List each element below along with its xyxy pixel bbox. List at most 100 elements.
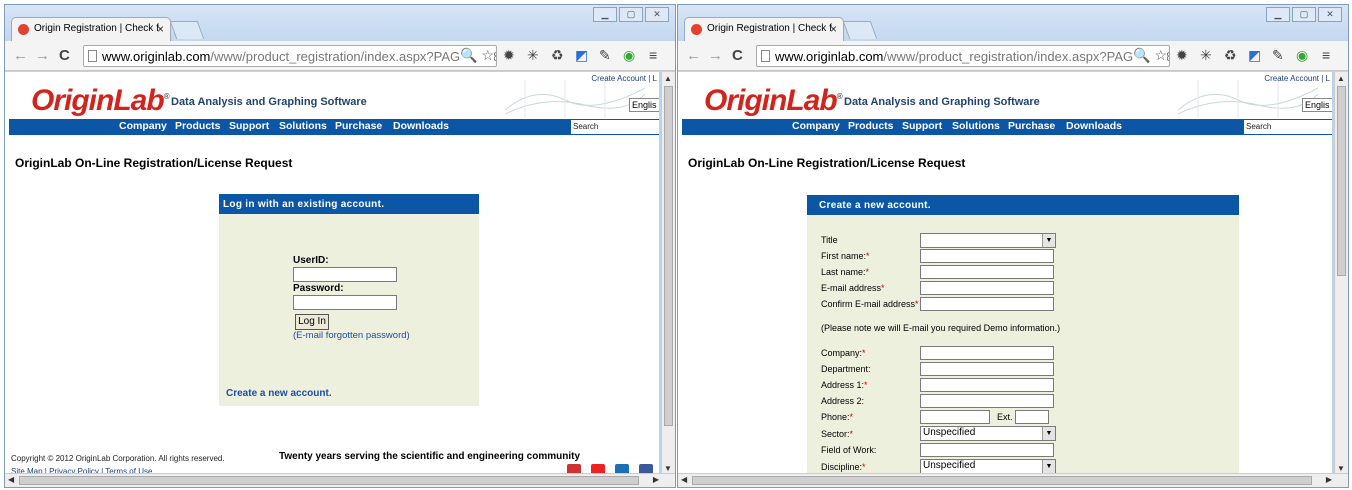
address-bar[interactable]: www.originlab.com/www/product_registrati… <box>83 45 497 67</box>
forward-arrow-icon[interactable]: → <box>708 47 723 64</box>
nav-support[interactable]: Support <box>902 120 942 132</box>
site-search-input[interactable]: Search <box>571 120 659 134</box>
extension-recycle-icon[interactable]: ♻ <box>551 47 564 64</box>
email-input[interactable] <box>920 281 1054 295</box>
minimize-button[interactable]: ▁ <box>593 7 617 22</box>
close-tab-icon[interactable]: × <box>830 22 837 36</box>
close-tab-icon[interactable]: × <box>157 22 164 36</box>
department-input[interactable] <box>920 362 1054 376</box>
last-name-input[interactable] <box>920 265 1054 279</box>
sector-select[interactable]: Unspecified ▼ <box>920 426 1056 441</box>
create-account-link[interactable]: Create a new account. <box>226 388 332 399</box>
site-search-input[interactable]: Search <box>1244 120 1332 134</box>
address1-input[interactable] <box>920 378 1054 392</box>
vertical-scrollbar[interactable]: ▲ ▼ <box>661 72 675 475</box>
close-window-button[interactable]: ✕ <box>645 7 669 22</box>
browser-tab[interactable]: Origin Registration | Check f· × <box>684 17 844 41</box>
language-select[interactable]: Englis <box>629 98 659 112</box>
tab-title: Origin Registration | Check f· <box>707 23 836 34</box>
extension-timer-icon[interactable]: ◉ <box>1296 47 1308 64</box>
extension-blue-icon[interactable]: ◩ <box>575 47 588 64</box>
first-name-input[interactable] <box>920 249 1054 263</box>
extension-recycle-icon[interactable]: ♻ <box>1224 47 1237 64</box>
login-button[interactable]: Log In <box>295 314 329 330</box>
nav-company[interactable]: Company <box>119 120 167 132</box>
zoom-icon[interactable]: 🔍 <box>1133 47 1150 63</box>
nav-downloads[interactable]: Downloads <box>1066 120 1122 132</box>
userid-input[interactable] <box>293 267 397 282</box>
vertical-scrollbar[interactable]: ▲ ▼ <box>1334 72 1348 475</box>
extension-timer-icon[interactable]: ◉ <box>623 47 635 64</box>
new-tab-button[interactable] <box>842 21 878 39</box>
browser-toolbar: ← → C www.originlab.com/www/product_regi… <box>5 41 675 71</box>
confirm-email-input[interactable] <box>920 297 1054 311</box>
nav-products[interactable]: Products <box>175 120 221 132</box>
register-panel: Create a new account. Title ▼ First name… <box>807 195 1239 475</box>
minimize-button[interactable]: ▁ <box>1266 7 1290 22</box>
phone-input[interactable] <box>920 410 990 424</box>
scroll-down-icon[interactable]: ▼ <box>664 464 672 473</box>
nav-purchase[interactable]: Purchase <box>335 120 382 132</box>
title-select[interactable]: ▼ <box>920 233 1056 248</box>
nav-solutions[interactable]: Solutions <box>279 120 327 132</box>
language-select[interactable]: Englis <box>1302 98 1332 112</box>
menu-icon[interactable]: ≡ <box>1322 47 1330 63</box>
reload-icon[interactable]: C <box>732 47 743 64</box>
scroll-right-icon[interactable]: ▶ <box>653 475 659 484</box>
scroll-up-icon[interactable]: ▲ <box>664 74 672 83</box>
address-bar[interactable]: www.originlab.com/www/product_registrati… <box>756 45 1170 67</box>
forgot-password-link[interactable]: (E-mail forgotten password) <box>293 330 410 341</box>
extension-gear-icon[interactable]: ✹ <box>503 47 515 64</box>
h-scroll-thumb[interactable] <box>19 476 639 485</box>
nav-downloads[interactable]: Downloads <box>393 120 449 132</box>
phone-ext-input[interactable] <box>1015 410 1049 424</box>
back-arrow-icon[interactable]: ← <box>686 47 701 64</box>
originlab-logo[interactable]: OriginLab® <box>704 84 843 118</box>
close-window-button[interactable]: ✕ <box>1318 7 1342 22</box>
h-scroll-thumb[interactable] <box>692 476 1312 485</box>
nav-support[interactable]: Support <box>229 120 269 132</box>
extension-sparkle-icon[interactable]: ✳ <box>1200 47 1212 64</box>
horizontal-scrollbar[interactable]: ◀ ▶ <box>5 473 675 487</box>
nav-company[interactable]: Company <box>792 120 840 132</box>
discipline-label: Discipline:* <box>821 462 866 472</box>
login-panel: Log in with an existing account. UserID:… <box>219 194 479 406</box>
discipline-select[interactable]: Unspecified ▼ <box>920 459 1056 474</box>
forward-arrow-icon[interactable]: → <box>35 47 50 64</box>
maximize-button[interactable]: ▢ <box>619 7 643 22</box>
bookmark-star-icon[interactable]: ☆ <box>1154 47 1167 63</box>
scroll-right-icon[interactable]: ▶ <box>1326 475 1332 484</box>
bookmark-star-icon[interactable]: ☆ <box>481 47 494 63</box>
zoom-icon[interactable]: 🔍 <box>460 47 477 63</box>
menu-icon[interactable]: ≡ <box>649 47 657 63</box>
maximize-button[interactable]: ▢ <box>1292 7 1316 22</box>
back-arrow-icon[interactable]: ← <box>13 47 28 64</box>
extension-sparkle-icon[interactable]: ✳ <box>527 47 539 64</box>
scroll-down-icon[interactable]: ▼ <box>1337 464 1345 473</box>
extension-gear-icon[interactable]: ✹ <box>1176 47 1188 64</box>
top-account-links[interactable]: Create Account | L <box>1264 74 1330 83</box>
top-account-links[interactable]: Create Account | L <box>591 74 657 83</box>
address2-input[interactable] <box>920 394 1054 408</box>
new-tab-button[interactable] <box>169 21 205 39</box>
horizontal-scrollbar[interactable]: ◀ ▶ <box>678 473 1348 487</box>
originlab-logo[interactable]: OriginLab® <box>31 84 170 118</box>
nav-solutions[interactable]: Solutions <box>952 120 1000 132</box>
reload-icon[interactable]: C <box>59 47 70 64</box>
extension-pen-icon[interactable]: ✎ <box>599 47 611 64</box>
scroll-up-icon[interactable]: ▲ <box>1337 74 1345 83</box>
extension-blue-icon[interactable]: ◩ <box>1248 47 1261 64</box>
logo-text: OriginLab <box>31 84 165 117</box>
field-of-work-input[interactable] <box>920 443 1054 457</box>
page-viewport: OriginLab® Data Analysis and Graphing So… <box>5 72 659 475</box>
scroll-thumb[interactable] <box>1337 86 1346 276</box>
extension-pen-icon[interactable]: ✎ <box>1272 47 1284 64</box>
scroll-left-icon[interactable]: ◀ <box>8 475 14 484</box>
company-input[interactable] <box>920 346 1054 360</box>
password-input[interactable] <box>293 295 397 310</box>
browser-tab[interactable]: Origin Registration | Check f· × <box>11 17 171 41</box>
scroll-thumb[interactable] <box>664 86 673 426</box>
scroll-left-icon[interactable]: ◀ <box>681 475 687 484</box>
nav-products[interactable]: Products <box>848 120 894 132</box>
nav-purchase[interactable]: Purchase <box>1008 120 1055 132</box>
